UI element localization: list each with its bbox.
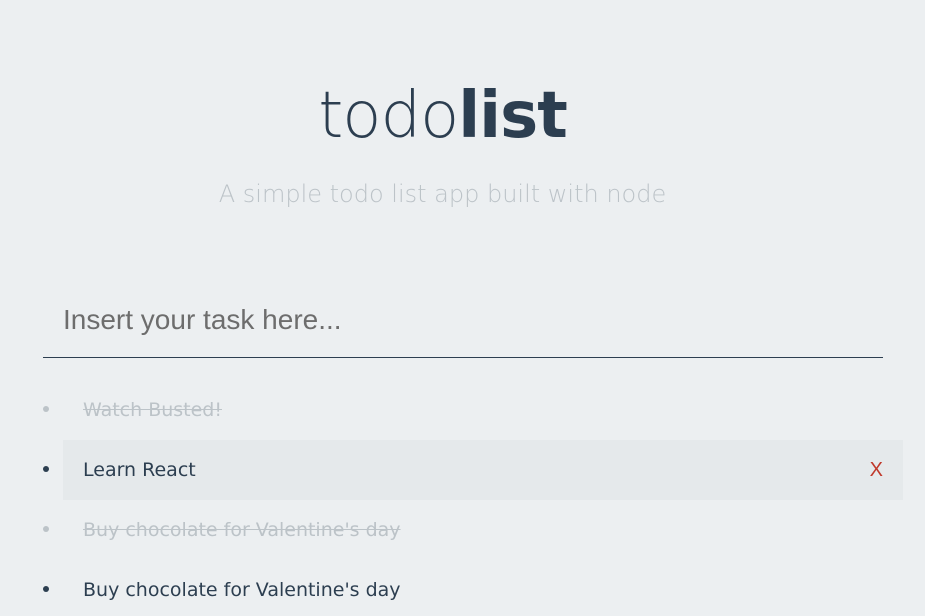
todo-item-row[interactable]: Learn React X	[63, 440, 903, 500]
delete-button[interactable]: X	[870, 459, 883, 482]
todo-item-text[interactable]: Buy chocolate for Valentine's day	[83, 519, 401, 541]
todo-item[interactable]: Learn React X	[43, 440, 903, 500]
app-title-bold: list	[458, 79, 568, 153]
todo-item[interactable]: Buy chocolate for Valentine's day	[43, 500, 903, 560]
todo-app: todolist A simple todo list app built wi…	[0, 0, 925, 616]
bullet-icon	[43, 586, 49, 592]
bullet-icon	[43, 466, 49, 472]
task-input[interactable]	[43, 282, 883, 358]
bullet-icon	[43, 526, 49, 532]
todo-list: Watch Busted! Learn React X Buy chocolat…	[43, 380, 903, 616]
todo-item-row[interactable]: Watch Busted!	[63, 380, 903, 440]
todo-item[interactable]: Watch Busted!	[43, 380, 903, 440]
app-title-light: todo	[318, 79, 459, 153]
todo-item-text[interactable]: Learn React	[83, 459, 196, 481]
todo-item[interactable]: Buy chocolate for Valentine's day	[43, 560, 903, 616]
todo-item-text[interactable]: Buy chocolate for Valentine's day	[83, 579, 401, 601]
todo-item-row[interactable]: Buy chocolate for Valentine's day	[63, 560, 903, 616]
todo-item-row[interactable]: Buy chocolate for Valentine's day	[63, 500, 903, 560]
app-subtitle: A simple todo list app built with node	[218, 180, 667, 208]
todo-item-text[interactable]: Watch Busted!	[83, 399, 222, 421]
bullet-icon	[43, 406, 49, 412]
app-title: todolist	[0, 78, 885, 154]
